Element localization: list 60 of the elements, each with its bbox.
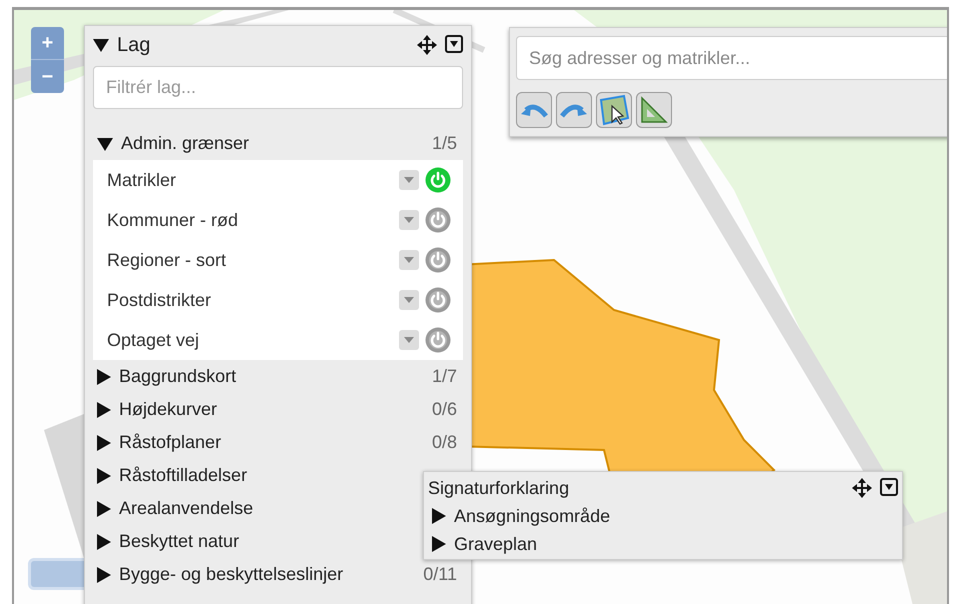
expand-icon[interactable] (97, 434, 111, 450)
filter-field[interactable]: Filtrér lag... (93, 66, 463, 109)
layer-group[interactable]: Baggrundskort (97, 363, 236, 390)
power-toggle-icon[interactable] (425, 327, 451, 353)
layer-group[interactable]: Beskyttet natur (97, 528, 240, 555)
panel-title: Lag (117, 33, 150, 58)
power-toggle-icon[interactable] (425, 247, 451, 273)
caret-icon (404, 297, 414, 303)
legend-name: Graveplan (454, 532, 538, 556)
expand-icon[interactable] (97, 534, 111, 550)
expand-icon[interactable] (97, 402, 111, 418)
layer-count: 0/8 (432, 431, 457, 454)
power-toggle-icon[interactable] (425, 287, 451, 313)
move-icon[interactable] (852, 478, 872, 498)
layer-name: Regioner - sort (107, 248, 228, 272)
select-area-button[interactable] (596, 92, 632, 128)
layer-options-button[interactable] (399, 250, 419, 270)
expand-icon[interactable] (97, 500, 111, 516)
triangle-ruler-icon (639, 95, 669, 125)
layer-count: 1/5 (432, 132, 457, 155)
layer-count: 0/6 (432, 398, 457, 421)
layer-count: 0/11 (423, 563, 457, 586)
caret-icon (404, 177, 414, 183)
undo-button[interactable] (516, 92, 552, 128)
legend-item[interactable]: Graveplan (428, 530, 898, 558)
layer-name: Kommuner - rød (107, 208, 240, 232)
layer-options-button[interactable] (399, 330, 419, 350)
power-toggle-icon[interactable] (425, 207, 451, 233)
layer-group[interactable]: Højdekurver (97, 396, 218, 423)
layer-group[interactable]: Admin. grænser (97, 130, 250, 157)
move-icon[interactable] (417, 35, 437, 55)
minimize-icon[interactable] (445, 35, 463, 55)
expand-icon[interactable] (97, 468, 111, 484)
layer-count: 1/7 (432, 365, 457, 388)
collapse-icon[interactable] (97, 136, 113, 150)
search-field[interactable]: Søg adresser og matrikler... (516, 36, 947, 80)
power-toggle-icon[interactable] (425, 167, 451, 193)
expand-icon[interactable] (432, 536, 446, 552)
layer-options-button[interactable] (399, 210, 419, 230)
layer-name: Optaget vej (107, 328, 200, 352)
legend-item[interactable]: Ansøgningsområde (428, 502, 898, 530)
layer-options-button[interactable] (399, 290, 419, 310)
layer-group[interactable]: Arealanvendelse (97, 495, 254, 522)
measure-button[interactable] (636, 92, 672, 128)
caret-icon (404, 337, 414, 343)
caret-icon (404, 257, 414, 263)
panel-title: Signaturforklaring (428, 476, 570, 500)
layer-options-button[interactable] (399, 170, 419, 190)
expand-icon[interactable] (432, 508, 446, 524)
layer-group[interactable]: Råstofplaner (97, 429, 222, 456)
layer-group[interactable]: Råstoftilladelser (97, 462, 248, 489)
layer-name: Postdistrikter (107, 288, 212, 312)
expand-icon[interactable] (97, 368, 111, 384)
legend-name: Ansøgningsområde (454, 504, 610, 528)
select-area-icon (598, 94, 630, 126)
caret-icon (404, 217, 414, 223)
collapse-icon[interactable] (93, 38, 109, 52)
layer-name: Matrikler (107, 168, 178, 192)
minimize-icon[interactable] (880, 478, 898, 498)
layer-group[interactable]: Bygge- og beskyttelseslinjer (97, 561, 344, 588)
